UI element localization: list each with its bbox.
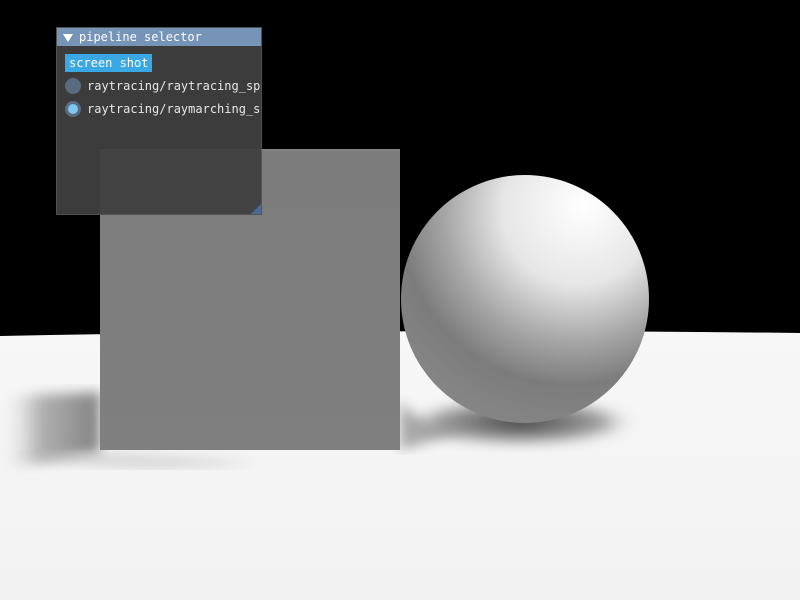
radio-unselected-icon[interactable] xyxy=(65,78,81,94)
panel-body: screen shot raytracing/raytracing_sphere… xyxy=(57,46,261,118)
radio-option-raymarching-sphere[interactable]: raytracing/raymarching_sphere xyxy=(65,100,261,118)
screen-shot-button[interactable]: screen shot xyxy=(65,54,153,72)
radio-option-raytracing-sphere[interactable]: raytracing/raytracing_sphere xyxy=(65,77,261,95)
radio-label: raytracing/raymarching_sphere xyxy=(87,102,261,116)
panel-title: pipeline selector xyxy=(79,30,202,44)
radio-label: raytracing/raytracing_sphere xyxy=(87,79,261,93)
pipeline-selector-panel[interactable]: pipeline selector screen shot raytracing… xyxy=(56,27,262,215)
sphere-object xyxy=(401,175,649,423)
radio-selected-icon[interactable] xyxy=(65,101,81,117)
collapse-triangle-icon[interactable] xyxy=(63,33,73,42)
panel-title-bar[interactable]: pipeline selector xyxy=(57,28,261,46)
resize-grip-icon[interactable] xyxy=(251,204,261,214)
render-viewport[interactable]: pipeline selector screen shot raytracing… xyxy=(0,0,800,600)
